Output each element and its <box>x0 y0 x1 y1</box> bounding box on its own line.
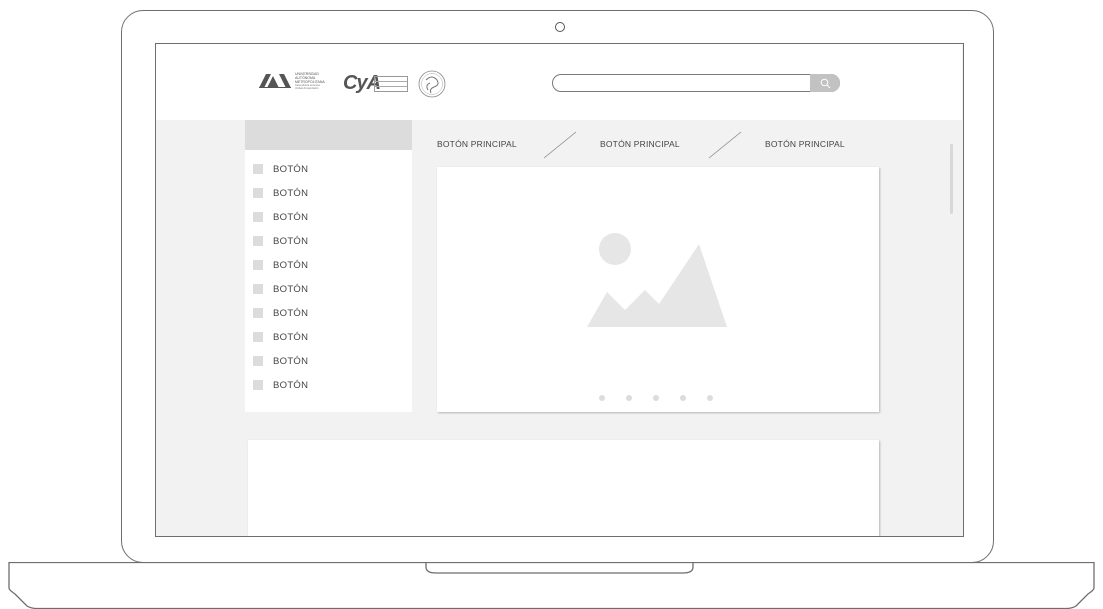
sidebar-item-icon <box>253 380 263 390</box>
search-button[interactable] <box>810 74 840 92</box>
sidebar-item-label: BOTÓN <box>273 331 309 343</box>
sidebar-item-icon <box>253 332 263 342</box>
sidebar-item-label: BOTÓN <box>273 259 309 271</box>
carousel-dot[interactable] <box>599 395 605 401</box>
circular-seal-icon <box>418 70 446 98</box>
carousel-dot[interactable] <box>653 395 659 401</box>
cya-logo: CyA <box>343 72 409 95</box>
laptop-base <box>8 562 1095 609</box>
sidebar-item-label: BOTÓN <box>273 235 309 247</box>
uam-mark-icon <box>259 74 291 88</box>
sidebar-item-icon <box>253 284 263 294</box>
search-icon <box>820 78 830 88</box>
sidebar-item-label: BOTÓN <box>273 163 309 175</box>
screen: UNIVERSIDAD AUTÓNOMA METROPOLITANA Casa … <box>155 43 964 537</box>
nav-divider <box>543 131 577 159</box>
image-placeholder-icon <box>587 233 727 327</box>
sidebar-item-icon <box>253 356 263 366</box>
sidebar-item[interactable]: BOTÓN <box>253 208 403 226</box>
sidebar-item[interactable]: BOTÓN <box>253 160 403 178</box>
sidebar-item-icon <box>253 164 263 174</box>
sidebar-item-label: BOTÓN <box>273 187 309 199</box>
sidebar-item-label: BOTÓN <box>273 379 309 391</box>
sidebar-item-label: BOTÓN <box>273 355 309 367</box>
sidebar-header <box>245 120 412 150</box>
sidebar-item-label: BOTÓN <box>273 211 309 223</box>
carousel-dot[interactable] <box>680 395 686 401</box>
sidebar-item-icon <box>253 260 263 270</box>
sidebar-item[interactable]: BOTÓN <box>253 376 403 394</box>
sidebar-item-icon <box>253 236 263 246</box>
search-input[interactable] <box>563 76 803 90</box>
header: UNIVERSIDAD AUTÓNOMA METROPOLITANA Casa … <box>156 44 962 120</box>
search-bar <box>552 74 840 92</box>
sidebar-item[interactable]: BOTÓN <box>253 280 403 298</box>
sidebar-item-label: BOTÓN <box>273 283 309 295</box>
sidebar: BOTÓN BOTÓN BOTÓN BOTÓN BOTÓN BOTÓN BOTÓ… <box>245 120 412 412</box>
sidebar-item-icon <box>253 212 263 222</box>
sidebar-item[interactable]: BOTÓN <box>253 184 403 202</box>
sidebar-item[interactable]: BOTÓN <box>253 352 403 370</box>
camera-icon <box>555 22 565 32</box>
uam-subline-2: Unidad Azcapotzalco <box>295 87 319 90</box>
image-carousel[interactable] <box>437 167 879 412</box>
nav-button-principal-2[interactable]: BOTÓN PRINCIPAL <box>600 139 680 149</box>
nav-divider <box>708 131 742 159</box>
sidebar-item[interactable]: BOTÓN <box>253 304 403 322</box>
carousel-dot[interactable] <box>626 395 632 401</box>
carousel-dot[interactable] <box>707 395 713 401</box>
uam-wordmark: UNIVERSIDAD AUTÓNOMA METROPOLITANA Casa … <box>295 72 329 90</box>
sidebar-item[interactable]: BOTÓN <box>253 232 403 250</box>
sidebar-item[interactable]: BOTÓN <box>253 328 403 346</box>
cya-grid-icon <box>374 75 409 92</box>
sidebar-item[interactable]: BOTÓN <box>253 256 403 274</box>
sidebar-item-icon <box>253 188 263 198</box>
nav-button-principal-3[interactable]: BOTÓN PRINCIPAL <box>765 139 845 149</box>
content-card <box>248 440 879 536</box>
uam-logo: UNIVERSIDAD AUTÓNOMA METROPOLITANA Casa … <box>259 72 329 90</box>
sidebar-item-label: BOTÓN <box>273 307 309 319</box>
sidebar-item-icon <box>253 308 263 318</box>
nav-button-principal-1[interactable]: BOTÓN PRINCIPAL <box>437 139 517 149</box>
scrollbar[interactable] <box>950 144 953 214</box>
